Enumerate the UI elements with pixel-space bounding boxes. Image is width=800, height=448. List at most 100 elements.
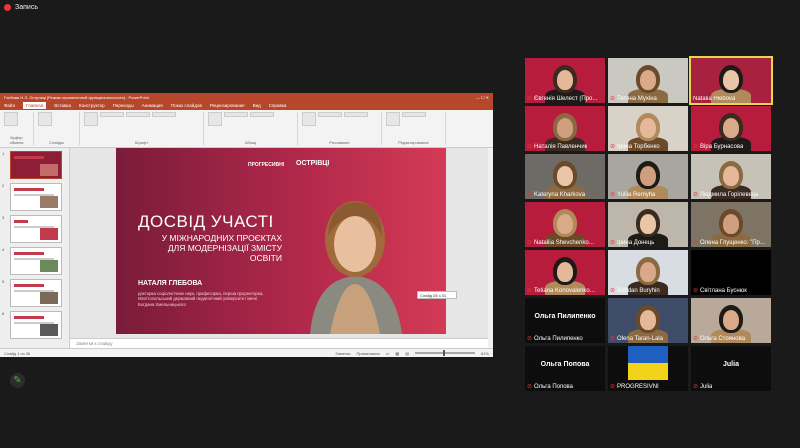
ribbon-button[interactable] — [126, 112, 150, 117]
reading-view-icon[interactable]: ▤ — [405, 351, 409, 356]
muted-mic-icon: ⊘ — [610, 336, 616, 342]
participant-name-label: ⊘ Bohdan Buryhin — [610, 287, 660, 295]
sorter-view-icon[interactable]: ▦ — [395, 351, 399, 356]
ribbon-button[interactable] — [344, 112, 368, 117]
participant-name: Ольга Пилипенко — [534, 335, 583, 342]
normal-view-icon[interactable]: ▭ — [386, 351, 390, 356]
participant-tile[interactable]: Ольга Попова ⊘ Ольга Попова — [525, 346, 605, 391]
zoom-slider[interactable] — [414, 350, 475, 356]
ribbon-button[interactable] — [84, 112, 98, 126]
ribbon-button[interactable] — [100, 112, 124, 117]
participant-tile[interactable]: ⊘ PROGRESIVNI — [608, 346, 688, 391]
muted-mic-icon: ⊘ — [693, 288, 699, 294]
participant-name: Tetiana Konovalenko... — [534, 287, 595, 294]
participant-tile[interactable]: ⊘ Yuliia Remyha — [608, 154, 688, 199]
participant-name-label: ⊘ Kateryna Kharkova — [527, 191, 585, 199]
ribbon-button[interactable] — [224, 112, 248, 117]
slide-tooltip: Слайд 28 з 31 — [417, 291, 457, 299]
tab-7[interactable]: Рецензирование — [210, 103, 245, 108]
tab-6[interactable]: Показ слайдов — [171, 103, 202, 108]
ribbon-button[interactable] — [402, 112, 426, 117]
participant-name-label: ⊘ Наталія Павленчик — [527, 143, 587, 151]
participant-tile[interactable]: ⊘ Kateryna Kharkova — [525, 154, 605, 199]
slide-subheading: У МІЖНАРОДНИХ ПРОЄКТАХ ДЛЯ МОДЕРНІЗАЦІЇ … — [138, 233, 282, 263]
ribbon-button[interactable] — [250, 112, 274, 117]
comments-button[interactable]: Примечания — [357, 351, 380, 356]
ribbon-button[interactable] — [4, 112, 18, 126]
participant-name-label: ⊘ Nataliia Shevchenko... — [527, 239, 594, 247]
participant-display-name: Julia — [723, 361, 739, 368]
participant-tile[interactable]: Ольга Пилипенко ⊘ Ольга Пилипенко — [525, 298, 605, 343]
participant-name-label: ⊘ Тетяна Мухіна — [610, 95, 657, 103]
participant-tile[interactable]: ⊘ Ольга Стоянова — [691, 298, 771, 343]
participant-name-label: ⊘ Віра Бурнасова — [693, 143, 743, 151]
participant-tile[interactable]: ⊘ Bohdan Buryhin — [608, 250, 688, 295]
participant-name: Natalia Hlebova — [693, 96, 736, 102]
slide-thumbnail[interactable]: 4 — [2, 247, 67, 275]
slide-subheading-line1: У МІЖНАРОДНИХ ПРОЄКТАХ — [161, 233, 282, 243]
participant-tile[interactable]: ⊘ Євгенія Шелест (Про... — [525, 58, 605, 103]
tab-9[interactable]: Справка — [269, 103, 287, 108]
participant-tile[interactable]: ⊘ Віра Бурнасова — [691, 106, 771, 151]
tab-5[interactable]: Анимация — [142, 103, 163, 108]
ribbon-button[interactable] — [152, 112, 176, 117]
speaker-photo — [310, 201, 402, 334]
muted-mic-icon: ⊘ — [527, 240, 533, 246]
muted-mic-icon: ⊘ — [527, 192, 533, 198]
muted-mic-icon: ⊘ — [610, 192, 616, 198]
vertical-scrollbar[interactable] — [488, 148, 493, 348]
participant-tile[interactable]: Natalia Hlebova — [689, 56, 773, 105]
slide-speaker-name: НАТАЛЯ ГЛЕБОВА — [138, 280, 203, 287]
participant-tile[interactable]: ⊘ Ірина Донець — [608, 202, 688, 247]
participant-name: Олена Глущенко: "Пр... — [700, 239, 765, 246]
tab-2[interactable]: Вставка — [54, 103, 71, 108]
annotate-button[interactable]: ✎ — [10, 373, 25, 388]
participant-tile[interactable]: Julia ⊘ Julia — [691, 346, 771, 391]
participant-name-label: ⊘ Людмила Горілевець — [693, 191, 759, 199]
slide-thumbnail[interactable]: 6 — [2, 311, 67, 339]
notes-button[interactable]: Заметки — [335, 351, 350, 356]
notes-pane[interactable]: Заметки к слайду — [70, 338, 493, 348]
slide-thumbnail[interactable]: 3 — [2, 215, 67, 243]
tab-0[interactable]: Файл — [4, 103, 15, 108]
ribbon-button[interactable] — [318, 112, 342, 117]
participant-name: Ольга Стоянова — [700, 335, 746, 342]
participant-name: Yuliia Remyha — [617, 191, 656, 198]
slide-thumbnail[interactable]: 1 — [2, 151, 67, 179]
muted-mic-icon: ⊘ — [693, 336, 699, 342]
muted-mic-icon: ⊘ — [693, 384, 699, 390]
muted-mic-icon: ⊘ — [527, 384, 533, 390]
slide-subheading-line2: ДЛЯ МОДЕРНІЗАЦІЇ ЗМІСТУ ОСВІТИ — [167, 243, 282, 263]
participant-tile[interactable]: ⊘ Ірина Торбенко — [608, 106, 688, 151]
ribbon-group-label: Слайды — [49, 140, 64, 145]
tab-4[interactable]: Переходы — [113, 103, 134, 108]
participant-name-label: Natalia Hlebova — [693, 96, 735, 102]
ribbon-button[interactable] — [38, 112, 52, 126]
tab-1[interactable]: Главная — [23, 102, 47, 109]
participant-name: Ольга Попова — [534, 383, 574, 390]
participant-tile[interactable]: ⊘ Tetiana Konovalenko... — [525, 250, 605, 295]
participant-tile[interactable]: ⊘ Nataliia Shevchenko... — [525, 202, 605, 247]
participant-tile[interactable]: ⊘ Наталія Павленчик — [525, 106, 605, 151]
flag-icon — [628, 346, 668, 380]
participant-tile[interactable]: ⊘ Людмила Горілевець — [691, 154, 771, 199]
participant-tile[interactable]: ⊘ Тетяна Мухіна — [608, 58, 688, 103]
participant-tile[interactable]: ⊘ Olena Taran-Lala — [608, 298, 688, 343]
ribbon-group-0: Буфер обмена — [4, 112, 34, 145]
ribbon-group-label: Редактирование — [398, 140, 429, 145]
participant-display-name: Ольга Попова — [540, 361, 590, 368]
participant-name-label: ⊘ Світлана Буснюк — [693, 287, 747, 295]
tab-3[interactable]: Конструктор — [79, 103, 105, 108]
ribbon-group-label: Буфер обмена — [9, 135, 24, 145]
participant-tile[interactable]: ⊘ Світлана Буснюк — [691, 250, 771, 295]
ribbon-button[interactable] — [386, 112, 400, 126]
recording-indicator: Запись — [4, 4, 38, 11]
slide-thumbnail[interactable]: 5 — [2, 279, 67, 307]
current-slide: ПРОГРЕСИВНІ ОСТРІВЦІ ДОСВІД УЧАСТІ У МІЖ… — [116, 148, 446, 334]
participant-tile[interactable]: ⊘ Олена Глущенко: "Пр... — [691, 202, 771, 247]
ribbon-button[interactable] — [302, 112, 316, 126]
tab-8[interactable]: Вид — [253, 103, 261, 108]
slide-thumbnail[interactable]: 2 — [2, 183, 67, 211]
ribbon-button[interactable] — [208, 112, 222, 126]
slide-counter: Слайд 1 из 36 — [4, 350, 31, 356]
